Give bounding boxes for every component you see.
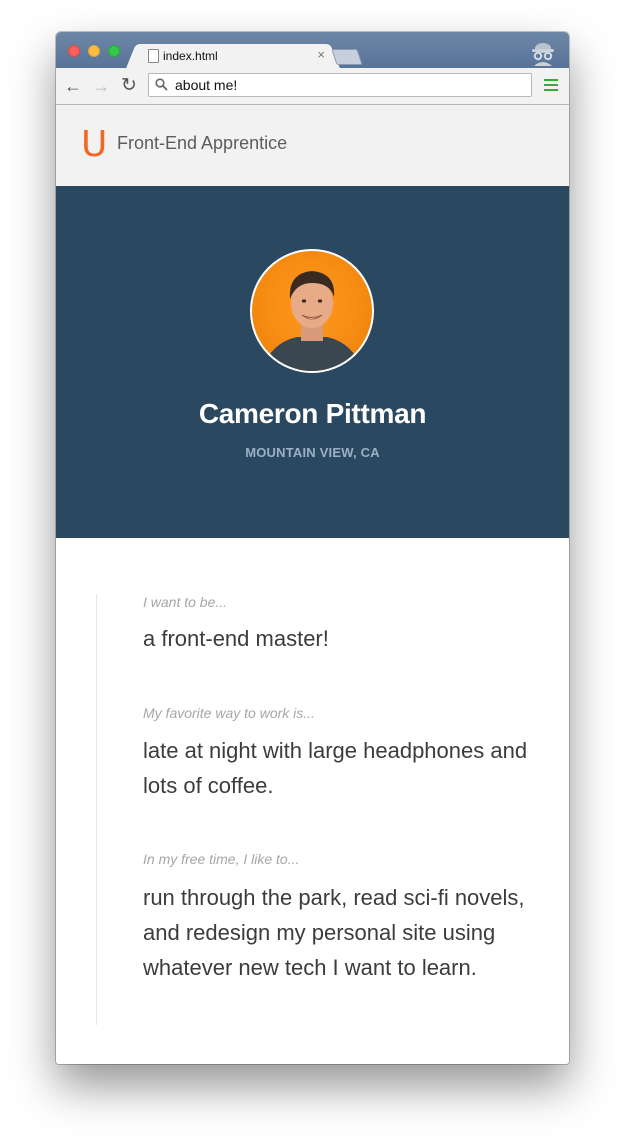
logo[interactable]: U — [81, 127, 107, 163]
web-page: U Front-End Apprentice Cameron Pittman M… — [56, 105, 569, 1064]
answer-1: a front-end master! — [143, 626, 329, 651]
forward-arrow-icon[interactable]: → — [91, 76, 111, 96]
title-bar: index.html × — [56, 32, 569, 68]
browser-toolbar: ← → ↻ — [56, 68, 569, 105]
tab-title: index.html — [163, 49, 218, 63]
profile-hero: Cameron Pittman MOUNTAIN VIEW, CA — [56, 186, 569, 538]
profile-location: MOUNTAIN VIEW, CA — [245, 445, 380, 460]
close-window-button[interactable] — [68, 45, 80, 57]
question-1: I want to be... — [143, 594, 228, 610]
answer-3: run through the park, read sci-fi novels… — [143, 885, 525, 980]
question-3: In my free time, I like to... — [143, 851, 300, 867]
reload-icon[interactable]: ↻ — [119, 76, 139, 96]
hamburger-menu-icon[interactable] — [544, 79, 558, 93]
maximize-window-button[interactable] — [108, 45, 120, 57]
about-content: I want to be... a front-end master! My f… — [56, 538, 569, 1064]
minimize-window-button[interactable] — [88, 45, 100, 57]
avatar — [250, 249, 374, 373]
incognito-icon — [532, 43, 554, 66]
qa-list: I want to be... a front-end master! My f… — [96, 594, 527, 1025]
site-header: U Front-End Apprentice — [56, 105, 569, 186]
document-icon — [148, 49, 159, 63]
search-icon — [155, 78, 168, 91]
question-2: My favorite way to work is... — [143, 705, 315, 721]
site-title[interactable]: Front-End Apprentice — [117, 133, 287, 154]
tab-close-icon[interactable]: × — [317, 47, 325, 62]
address-bar[interactable] — [148, 73, 532, 97]
answer-2: late at night with large headphones and … — [143, 738, 528, 798]
profile-name: Cameron Pittman — [198, 398, 427, 429]
new-tab-button[interactable] — [331, 49, 363, 65]
address-input[interactable] — [175, 76, 515, 94]
back-arrow-icon[interactable]: ← — [63, 76, 83, 96]
tab-index[interactable]: index.html × — [139, 44, 327, 68]
avatar-photo — [262, 271, 362, 371]
browser-window: index.html × ← → ↻ U Front-End Apprentic… — [56, 32, 569, 1064]
